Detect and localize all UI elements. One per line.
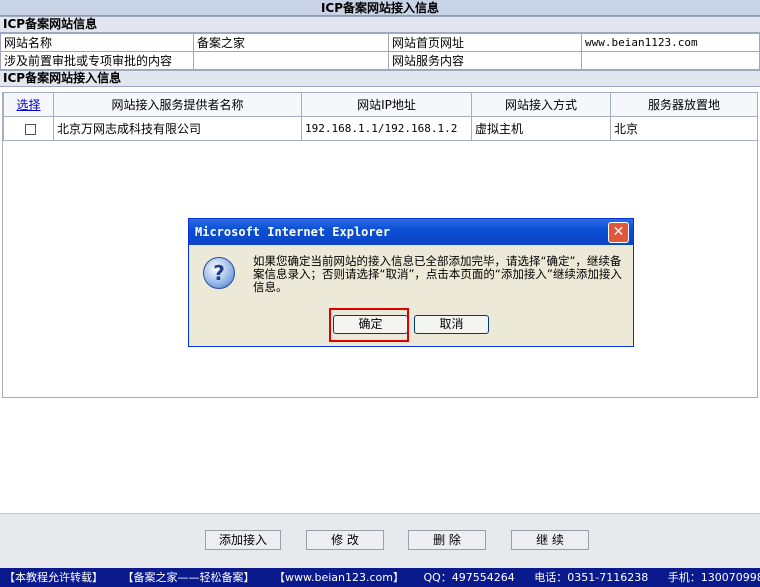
- close-icon[interactable]: ✕: [608, 222, 629, 243]
- footer-mobile: 手机：13007099821: [667, 571, 760, 584]
- provider-cell: 北京万网志成科技有限公司: [53, 116, 302, 141]
- continue-button[interactable]: 继 续: [511, 530, 589, 550]
- footer-website: 【www.beian123.com】: [274, 571, 404, 584]
- add-access-button[interactable]: 添加接入: [205, 530, 281, 550]
- homepage-value: www.beian1123.com: [581, 33, 760, 52]
- site-name-label: 网站名称: [0, 33, 194, 52]
- table-row: 北京万网志成科技有限公司 192.168.1.1/192.168.1.2 虚拟主…: [3, 116, 758, 141]
- ip-cell: 192.168.1.1/192.168.1.2: [301, 116, 472, 141]
- row-checkbox-cell: [3, 116, 54, 141]
- footer-bar: 【本教程允许转载】 【备案之家——轻松备案】 【www.beian123.com…: [0, 568, 760, 587]
- column-location: 服务器放置地: [610, 92, 758, 117]
- service-value: [581, 51, 760, 70]
- column-ip: 网站IP地址: [301, 92, 472, 117]
- approval-label: 涉及前置审批或专项审批的内容: [0, 51, 194, 70]
- ok-button-highlight: [329, 308, 409, 342]
- service-label: 网站服务内容: [388, 51, 582, 70]
- site-info-heading: ICP备案网站信息: [0, 16, 760, 33]
- column-provider: 网站接入服务提供者名称: [53, 92, 302, 117]
- access-info-heading: ICP备案网站接入信息: [0, 70, 760, 87]
- edit-button[interactable]: 修 改: [306, 530, 384, 550]
- delete-button[interactable]: 删 除: [408, 530, 486, 550]
- row-checkbox[interactable]: [25, 123, 36, 135]
- page-title: ICP备案网站接入信息: [0, 0, 760, 16]
- footer-phone: 电话：0351-7116238: [534, 571, 649, 584]
- location-cell: 北京: [610, 116, 758, 141]
- column-method: 网站接入方式: [471, 92, 611, 117]
- dialog-title: Microsoft Internet Explorer: [189, 219, 633, 245]
- site-info-table: 网站名称 备案之家 网站首页网址 www.beian1123.com 涉及前置审…: [0, 33, 760, 70]
- homepage-label: 网站首页网址: [388, 33, 582, 52]
- confirm-dialog: Microsoft Internet Explorer ✕ ? 如果您确定当前网…: [188, 218, 634, 347]
- footer-slogan: 【备案之家——轻松备案】: [122, 571, 255, 584]
- site-name-value: 备案之家: [193, 33, 389, 52]
- column-select[interactable]: 选择: [3, 92, 54, 117]
- footer-qq: QQ：497554264: [423, 571, 515, 584]
- footer-reprint: 【本教程允许转载】: [4, 571, 103, 584]
- access-table: 选择 网站接入服务提供者名称 网站IP地址 网站接入方式 服务器放置地 北京万网…: [3, 92, 758, 141]
- question-icon: ?: [203, 257, 235, 289]
- method-cell: 虚拟主机: [471, 116, 611, 141]
- dialog-message: 如果您确定当前网站的接入信息已全部添加完毕，请选择“确定”，继续备案信息录入；否…: [253, 254, 622, 294]
- table-header-row: 选择 网站接入服务提供者名称 网站IP地址 网站接入方式 服务器放置地: [3, 92, 758, 117]
- cancel-button[interactable]: 取消: [414, 315, 489, 334]
- approval-value: [193, 51, 389, 70]
